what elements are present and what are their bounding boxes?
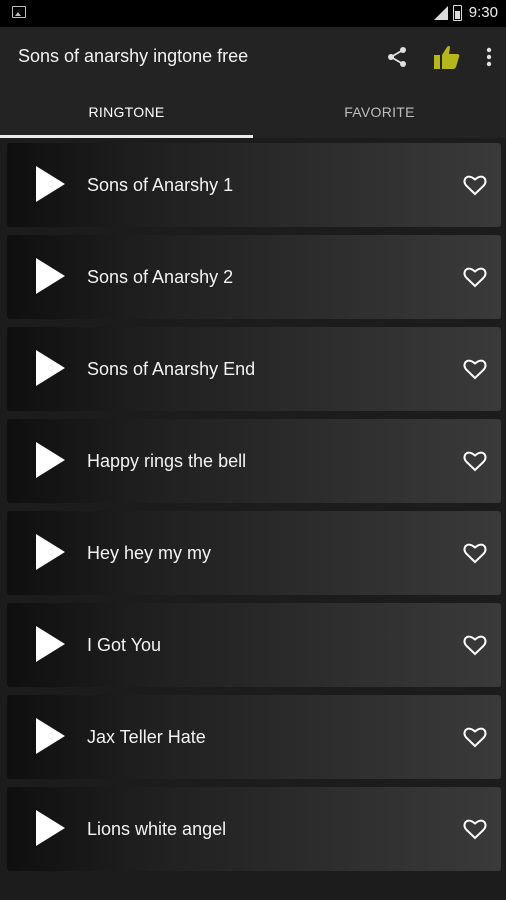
list-item[interactable]: Sons of Anarshy 1 [7, 143, 501, 227]
like-button[interactable] [432, 42, 462, 72]
thumbs-up-icon [434, 46, 460, 69]
heart-outline-icon[interactable] [463, 450, 487, 472]
image-notification-icon [12, 6, 26, 18]
ringtone-title: Hey hey my my [87, 543, 212, 563]
play-icon[interactable] [36, 626, 65, 662]
heart-outline-icon[interactable] [463, 174, 487, 196]
app-bar: Sons of anarshy ingtone free [0, 27, 506, 89]
ringtone-title: I Got You [87, 635, 162, 655]
share-icon [388, 47, 406, 67]
ringtone-title: Happy rings the bell [87, 451, 247, 471]
play-icon[interactable] [36, 810, 65, 846]
signal-icon [433, 5, 448, 20]
play-icon[interactable] [36, 350, 65, 386]
list-item[interactable]: Hey hey my my [7, 511, 501, 595]
list-item[interactable]: I Got You [7, 603, 501, 687]
status-time: 9:30 [468, 4, 498, 21]
status-bar: 9:30 [0, 0, 506, 27]
ringtone-title: Sons of Anarshy End [87, 359, 256, 379]
status-bar-right: 9:30 [433, 4, 498, 21]
app-title: Sons of anarshy ingtone free [18, 46, 249, 66]
more-vert-icon [486, 47, 492, 67]
ringtone-title: Sons of Anarshy 2 [87, 267, 234, 287]
tab-ringtone[interactable]: RINGTONE [0, 89, 253, 138]
ringtone-title: Sons of Anarshy 1 [87, 175, 234, 195]
tab-bar: RINGTONE FAVORITE [0, 89, 506, 138]
ringtone-title: Lions white angel [87, 819, 227, 839]
ringtone-list: Sons of Anarshy 1 Sons of Anarshy 2 Sons… [0, 138, 506, 879]
list-item[interactable]: Lions white angel [7, 787, 501, 871]
list-item[interactable]: Sons of Anarshy 2 [7, 235, 501, 319]
play-icon[interactable] [36, 534, 65, 570]
list-item[interactable]: Happy rings the bell [7, 419, 501, 503]
play-icon[interactable] [36, 442, 65, 478]
list-item[interactable]: Jax Teller Hate [7, 695, 501, 779]
ringtone-title: Jax Teller Hate [87, 727, 206, 747]
play-icon[interactable] [36, 718, 65, 754]
app-bar-actions [382, 42, 496, 72]
heart-outline-icon[interactable] [463, 726, 487, 748]
heart-outline-icon[interactable] [463, 358, 487, 380]
play-icon[interactable] [36, 258, 65, 294]
heart-outline-icon[interactable] [463, 818, 487, 840]
play-icon[interactable] [36, 166, 65, 202]
battery-icon [452, 4, 462, 21]
heart-outline-icon[interactable] [463, 634, 487, 656]
tab-favorite[interactable]: FAVORITE [253, 89, 506, 138]
heart-outline-icon[interactable] [463, 266, 487, 288]
list-item[interactable]: Sons of Anarshy End [7, 327, 501, 411]
heart-outline-icon[interactable] [463, 542, 487, 564]
share-button[interactable] [382, 42, 412, 72]
more-options-button[interactable] [482, 42, 496, 72]
